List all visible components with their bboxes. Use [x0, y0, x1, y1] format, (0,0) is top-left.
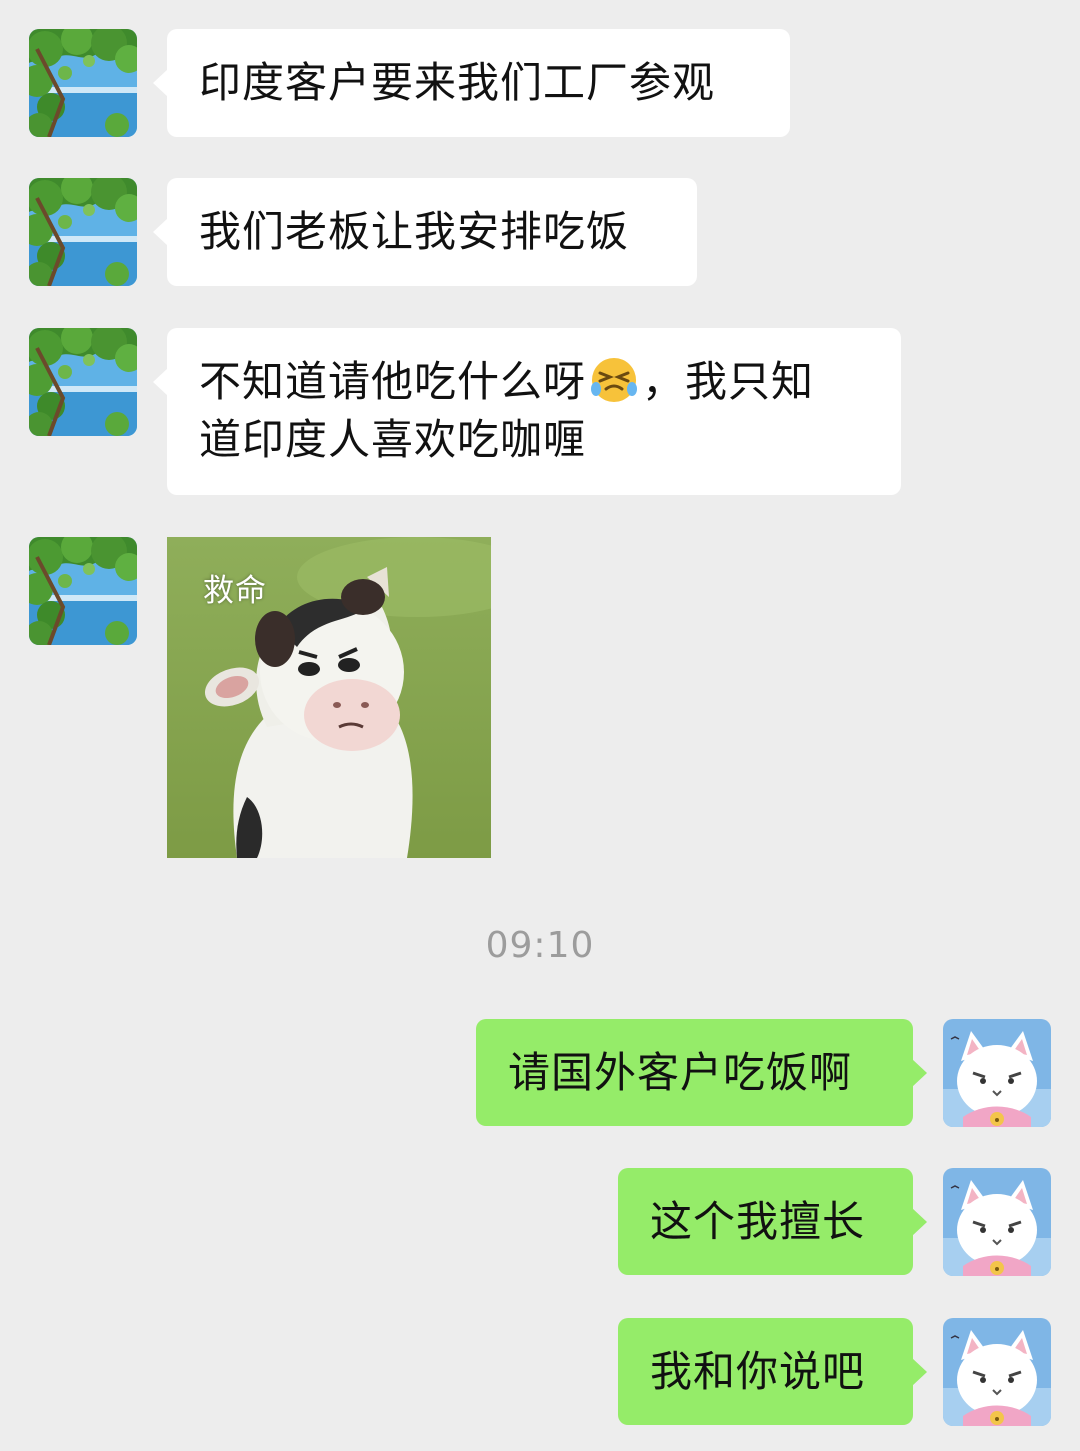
message-text: 这个我擅长 — [650, 1197, 866, 1246]
self-avatar-icon[interactable] — [943, 1019, 1051, 1127]
message-text: 不知道请他吃什么呀 — [199, 357, 587, 406]
message-text: 印度客户要来我们工厂参观 — [199, 58, 716, 107]
message-timestamp: 09:10 — [485, 925, 595, 966]
contact-avatar-icon[interactable] — [29, 328, 137, 436]
message-text: 我们老板让我安排吃饭 — [199, 207, 630, 256]
message-text: 请国外客户吃饭啊 — [508, 1048, 853, 1097]
message-text: 我和你说吧 — [650, 1347, 866, 1396]
incoming-message-2[interactable]: 我们老板让我安排吃饭 — [153, 178, 697, 286]
grinning-squinting-tears-emoji-icon — [588, 353, 640, 405]
cartoon-cow-holding-head-sticker[interactable]: 救命 — [167, 537, 491, 858]
contact-avatar-icon[interactable] — [29, 537, 137, 645]
incoming-message-1[interactable]: 印度客户要来我们工厂参观 — [153, 29, 790, 137]
contact-avatar-icon[interactable] — [29, 29, 137, 137]
incoming-message-3[interactable]: 不知道请他吃什么呀 ，我只知 道印度人喜欢吃咖喱 — [153, 328, 901, 495]
message-text: 道印度人喜欢吃咖喱 — [199, 415, 587, 464]
outgoing-message-1[interactable]: 请国外客户吃饭啊 — [476, 1019, 927, 1126]
message-text: ，我只知 — [642, 357, 815, 406]
outgoing-message-2[interactable]: 这个我擅长 — [618, 1168, 927, 1275]
outgoing-message-3[interactable]: 我和你说吧 — [618, 1318, 927, 1425]
self-avatar-icon[interactable] — [943, 1168, 1051, 1276]
sticker-caption: 救命 — [203, 573, 267, 609]
self-avatar-icon[interactable] — [943, 1318, 1051, 1426]
contact-avatar-icon[interactable] — [29, 178, 137, 286]
